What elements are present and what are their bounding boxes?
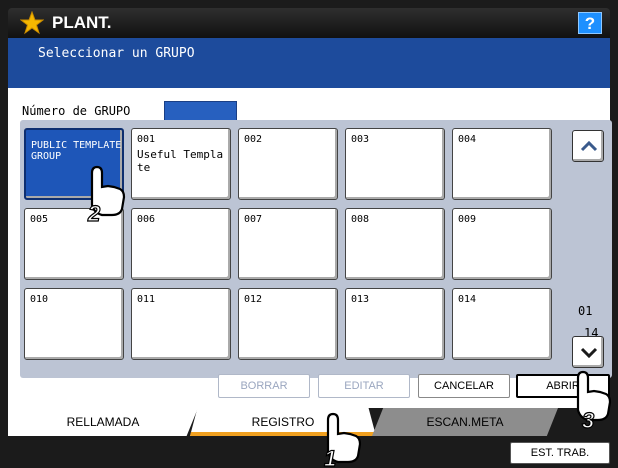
template-group-tile[interactable]: 007 — [238, 208, 338, 280]
main-panel: Número de GRUPO PUBLIC TEMPLATE GROUP 001… — [8, 88, 612, 408]
template-group-tile[interactable]: 009 — [452, 208, 552, 280]
tile-number: 009 — [458, 214, 477, 225]
tile-number: 010 — [30, 294, 49, 305]
hand-pointer-icon: 1 — [323, 412, 362, 468]
callout-number-2: 2 — [87, 201, 101, 225]
tab-bar: RELLAMADA REGISTRO ESCAN.META — [8, 408, 610, 438]
title-bar: PLANT. ? — [8, 8, 610, 38]
page-title: PLANT. — [52, 13, 112, 32]
instruction-text: Seleccionar un GRUPO — [38, 46, 195, 61]
chevron-up-icon — [580, 140, 598, 152]
template-group-tile[interactable]: 008 — [345, 208, 445, 280]
callout-number-1: 1 — [324, 446, 336, 468]
template-group-grid: PUBLIC TEMPLATE GROUP 001 Useful Template 0… — [20, 120, 612, 378]
cancel-button[interactable]: CANCELAR — [418, 374, 510, 398]
tile-number: 012 — [244, 294, 263, 305]
callout-number-3: 3 — [582, 408, 594, 432]
tile-number: 005 — [30, 214, 49, 225]
template-group-tile[interactable]: 004 — [452, 128, 552, 200]
group-number-field[interactable] — [164, 101, 237, 121]
star-icon — [20, 11, 44, 35]
template-group-tile[interactable]: 013 — [345, 288, 445, 360]
tile-number: 011 — [137, 294, 156, 305]
template-group-tile[interactable]: 011 — [131, 288, 231, 360]
template-group-tile[interactable]: 001 Useful Template — [131, 128, 231, 200]
tile-name: PUBLIC TEMPLATE GROUP — [31, 140, 122, 162]
tab-recall[interactable]: RELLAMADA — [8, 408, 198, 436]
tile-number: 008 — [351, 214, 370, 225]
hand-pointer-icon: 3 — [576, 370, 612, 432]
tile-number: 007 — [244, 214, 263, 225]
template-group-tile[interactable]: 012 — [238, 288, 338, 360]
delete-button[interactable]: BORRAR — [218, 374, 310, 398]
page-current: 01 — [578, 304, 593, 318]
template-group-tile[interactable]: 002 — [238, 128, 338, 200]
edit-button[interactable]: EDITAR — [318, 374, 410, 398]
tab-scan-meta[interactable]: ESCAN.META — [372, 408, 558, 436]
chevron-down-icon — [580, 347, 598, 359]
hand-pointer-icon: 2 — [86, 165, 126, 225]
job-status-button[interactable]: EST. TRAB. — [510, 442, 610, 464]
tile-number: 013 — [351, 294, 370, 305]
template-group-tile[interactable]: 003 — [345, 128, 445, 200]
template-group-tile[interactable]: 010 — [24, 288, 124, 360]
tile-number: 003 — [351, 134, 370, 145]
tile-number: 006 — [137, 214, 156, 225]
instruction-band: Seleccionar un GRUPO — [8, 38, 610, 88]
template-group-tile[interactable]: 014 — [452, 288, 552, 360]
help-button[interactable]: ? — [578, 12, 602, 34]
tile-number: 002 — [244, 134, 263, 145]
tile-number: 004 — [458, 134, 477, 145]
template-group-tile[interactable]: 006 — [131, 208, 231, 280]
tile-number: 001 — [137, 134, 156, 145]
scroll-up-button[interactable] — [572, 130, 604, 162]
tile-name: Useful Template — [137, 148, 224, 174]
group-number-label: Número de GRUPO — [22, 104, 131, 118]
app-window: PLANT. ? Seleccionar un GRUPO Número de … — [0, 0, 618, 468]
tile-number: 014 — [458, 294, 477, 305]
scroll-down-button[interactable] — [572, 336, 604, 368]
